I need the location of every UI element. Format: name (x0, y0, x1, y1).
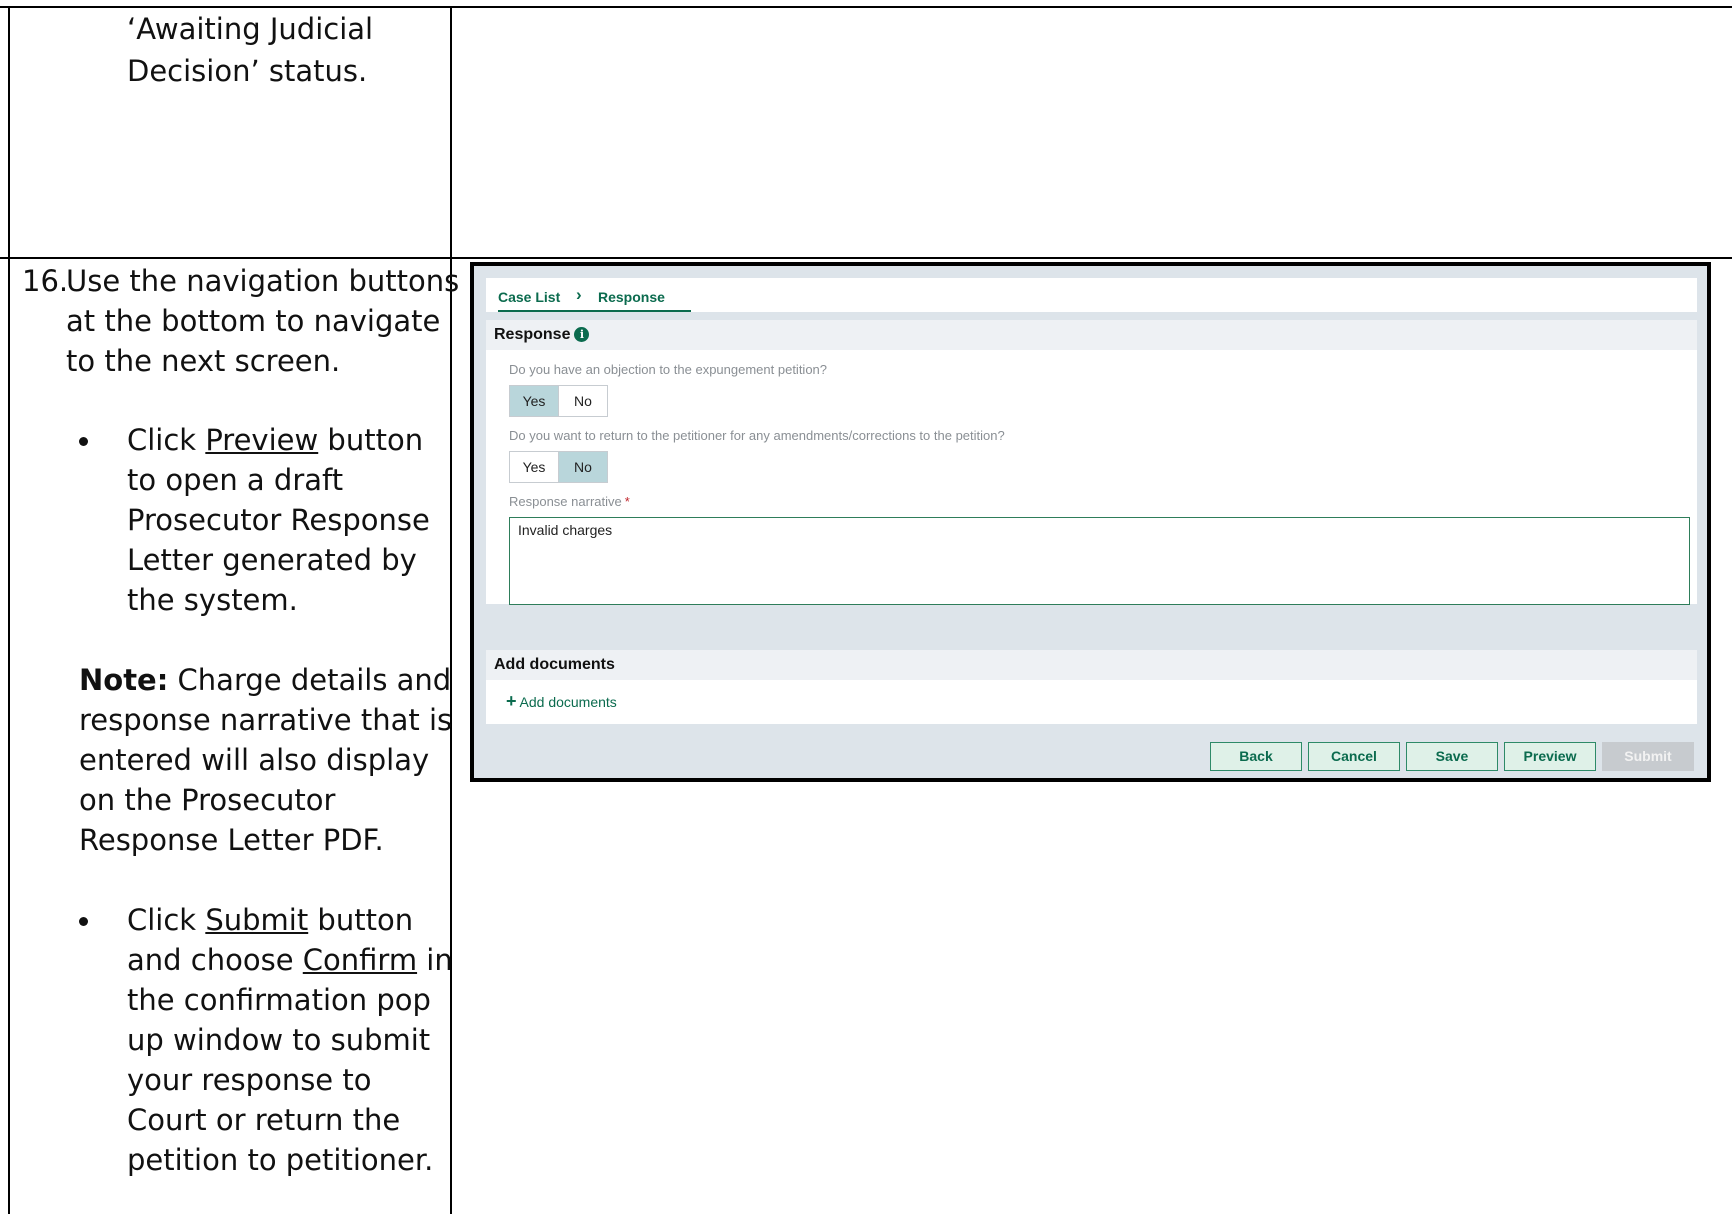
bullet-preview-line: to open a draft (127, 463, 344, 497)
preview-button[interactable]: Preview (1504, 742, 1596, 771)
bullet-preview-line: the system. (127, 583, 298, 617)
note-line: entered will also display (79, 743, 430, 777)
bullet-preview-line: Click Preview button (127, 420, 430, 460)
step-intro: Use the navigation buttons at the bottom… (66, 261, 459, 381)
narrative-label-text: Response narrative (509, 494, 622, 509)
top-row-line-1: ‘Awaiting Judicial (127, 12, 374, 46)
objection-yes-option[interactable]: Yes (510, 386, 558, 416)
note-label: Note: (79, 663, 169, 697)
bullet-submit-line: the confirmation pop (127, 983, 431, 1017)
required-marker: * (624, 494, 630, 509)
bullet-submit-line: up window to submit (127, 1023, 431, 1057)
add-documents-link[interactable]: + Add documents (506, 691, 617, 712)
bullet-submit-line: and choose Confirm in (127, 940, 453, 980)
note-text: Charge details and (168, 663, 452, 697)
bullet-submit-line: your response to (127, 1063, 372, 1097)
return-question: Do you want to return to the petitioner … (509, 428, 1005, 443)
bullet-submit-line: Click Submit button (127, 900, 453, 940)
preview-reference: Preview (205, 423, 319, 457)
bullet-prefix: and choose (127, 943, 303, 977)
response-section-body: Do you have an objection to the expungem… (486, 350, 1697, 605)
bullet-submit-text: Click Submit button and choose Confirm i… (127, 900, 453, 1180)
save-button[interactable]: Save (1406, 742, 1498, 771)
bullet-marker (79, 917, 88, 926)
bullet-prefix: Click (127, 423, 206, 457)
response-narrative-field[interactable]: Invalid charges (509, 517, 1690, 605)
documents-section-header: Add documents (486, 650, 1697, 680)
breadcrumb: Case List › Response (486, 278, 1697, 312)
note-line: response narrative that is (79, 703, 453, 737)
breadcrumb-case-list[interactable]: Case List (498, 289, 560, 305)
response-section-header: Response i (486, 320, 1697, 350)
chevron-right-icon: › (576, 285, 582, 304)
bullet-preview-text: Click Preview button to open a draft Pro… (127, 420, 430, 620)
return-toggle: Yes No (509, 451, 608, 483)
bullet-preview-line: Prosecutor Response (127, 503, 430, 537)
note-line: on the Prosecutor (79, 783, 336, 817)
step-number: 16. (22, 264, 69, 298)
note-block: Note: Charge details and response narrat… (79, 660, 452, 860)
breadcrumb-response[interactable]: Response (598, 289, 665, 305)
submit-reference: Submit (205, 903, 309, 937)
plus-icon: + (506, 691, 517, 711)
confirm-reference: Confirm (302, 943, 418, 977)
top-row-line-2: Decision’ status. (127, 54, 368, 88)
bullet-submit-line: petition to petitioner. (127, 1143, 434, 1177)
table-border-top (0, 6, 1732, 8)
table-row-divider (0, 257, 1732, 259)
bullet-suffix: in (417, 943, 453, 977)
objection-question: Do you have an objection to the expungem… (509, 362, 828, 377)
narrative-label: Response narrative * (509, 494, 630, 509)
objection-toggle: Yes No (509, 385, 608, 417)
table-border-left (8, 6, 10, 1214)
documents-section-title: Add documents (494, 656, 615, 673)
step-intro-line: to the next screen. (66, 344, 341, 378)
return-no-option[interactable]: No (558, 452, 607, 482)
return-yes-option[interactable]: Yes (510, 452, 558, 482)
bullet-marker (79, 437, 88, 446)
bullet-preview-line: Letter generated by (127, 543, 417, 577)
back-button[interactable]: Back (1210, 742, 1302, 771)
step-intro-line: Use the navigation buttons (66, 264, 460, 298)
add-documents-label: Add documents (519, 694, 617, 710)
documents-section-body: + Add documents (486, 680, 1697, 724)
response-screenshot: Case List › Response Response i Do you ha… (470, 262, 1711, 782)
response-section-title: Response (494, 326, 571, 343)
step-intro-line: at the bottom to navigate (66, 304, 441, 338)
bullet-suffix: button (308, 903, 414, 937)
bullet-prefix: Click (127, 903, 206, 937)
info-icon[interactable]: i (574, 327, 590, 342)
submit-button[interactable]: Submit (1602, 742, 1694, 771)
objection-no-option[interactable]: No (558, 386, 607, 416)
bullet-suffix: button (318, 423, 424, 457)
cancel-button[interactable]: Cancel (1308, 742, 1400, 771)
note-line: Note: Charge details and (79, 660, 452, 700)
note-line: Response Letter PDF. (79, 823, 384, 857)
top-row-text: ‘Awaiting Judicial Decision’ status. (127, 9, 373, 91)
bullet-submit-line: Court or return the (127, 1103, 401, 1137)
breadcrumb-active-underline (498, 310, 691, 312)
